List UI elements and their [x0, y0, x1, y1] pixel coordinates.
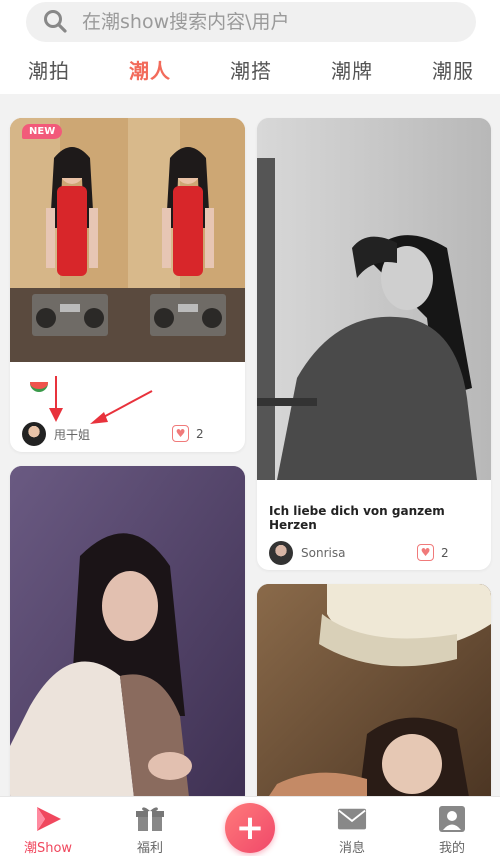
avatar[interactable] — [22, 422, 46, 446]
nav-welfare[interactable]: 福利 — [110, 797, 190, 856]
tab-chaoda[interactable]: 潮搭 — [230, 55, 272, 84]
nav-label: 潮Show — [23, 841, 73, 856]
post-image[interactable] — [257, 118, 491, 480]
user-icon — [437, 805, 467, 833]
bottom-nav: 潮Show 福利 + 消息 我的 — [0, 796, 500, 856]
category-tabs: 潮拍 潮人 潮搭 潮牌 潮服 — [0, 44, 500, 94]
annotation-arrow — [49, 376, 63, 422]
nav-label: 福利 — [136, 841, 163, 856]
add-post-button[interactable]: + — [225, 803, 275, 853]
feed: NEW 甩干姐 ♥ 2 Ich liebe dich von ganzem He… — [0, 94, 500, 796]
post-card[interactable] — [10, 466, 245, 796]
tab-chaofu[interactable]: 潮服 — [432, 55, 474, 84]
tab-chaoren[interactable]: 潮人 — [129, 55, 171, 84]
nav-mine[interactable]: 我的 — [412, 797, 492, 856]
search-input[interactable] — [82, 11, 442, 33]
post-image[interactable]: NEW — [10, 118, 245, 362]
post-image[interactable] — [257, 584, 491, 796]
like-button[interactable]: ♥ 2 — [172, 425, 204, 442]
nav-label: 消息 — [338, 841, 365, 856]
post-author[interactable]: 甩干姐 — [22, 422, 90, 446]
post-card[interactable]: NEW 甩干姐 ♥ 2 — [10, 118, 245, 452]
like-count: 2 — [441, 545, 449, 560]
author-name[interactable]: Sonrisa — [301, 546, 345, 560]
annotation-arrow — [90, 390, 153, 424]
post-author[interactable]: Sonrisa — [269, 541, 345, 565]
new-badge: NEW — [22, 124, 63, 139]
avatar[interactable] — [269, 541, 293, 565]
search-area — [0, 0, 500, 44]
like-count: 2 — [196, 426, 204, 441]
search-icon — [42, 8, 70, 36]
nav-home[interactable]: 潮Show — [8, 797, 88, 856]
tab-chaopai[interactable]: 潮拍 — [28, 55, 70, 84]
gift-icon — [135, 805, 165, 833]
post-card[interactable] — [257, 584, 491, 796]
post-image[interactable] — [10, 466, 245, 796]
nav-label: 我的 — [438, 841, 465, 856]
mail-icon — [337, 805, 367, 833]
like-button[interactable]: ♥ 2 — [417, 544, 449, 561]
heart-icon[interactable]: ♥ — [172, 425, 189, 442]
heart-icon[interactable]: ♥ — [417, 544, 434, 561]
post-card[interactable]: Ich liebe dich von ganzem Herzen Sonrisa… — [257, 118, 491, 570]
author-name[interactable]: 甩干姐 — [54, 426, 90, 443]
tab-chaopai-brand[interactable]: 潮牌 — [331, 55, 373, 84]
play-icon — [33, 805, 63, 833]
nav-messages[interactable]: 消息 — [312, 797, 392, 856]
search-bar[interactable] — [26, 2, 476, 42]
post-title[interactable]: Ich liebe dich von ganzem Herzen — [269, 504, 491, 532]
